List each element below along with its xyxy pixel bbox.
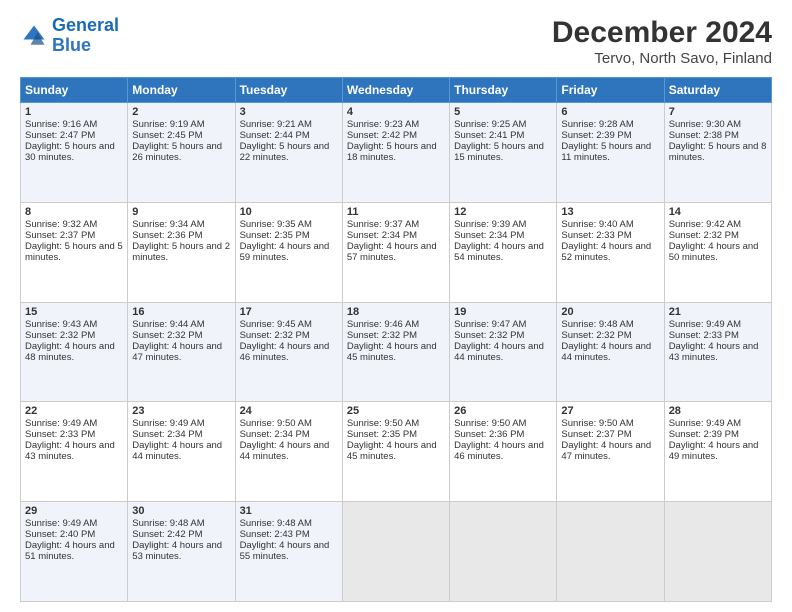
calendar-body: 1Sunrise: 9:16 AMSunset: 2:47 PMDaylight… — [21, 103, 772, 602]
day-number: 29 — [25, 505, 123, 517]
header-saturday: Saturday — [664, 78, 771, 103]
header-thursday: Thursday — [450, 78, 557, 103]
day-number: 24 — [240, 405, 338, 417]
day-number: 22 — [25, 405, 123, 417]
calendar-cell: 25Sunrise: 9:50 AMSunset: 2:35 PMDayligh… — [342, 402, 449, 502]
calendar-cell: 3Sunrise: 9:21 AMSunset: 2:44 PMDaylight… — [235, 103, 342, 203]
calendar-cell — [664, 502, 771, 602]
day-number: 5 — [454, 106, 552, 118]
logo-text: General Blue — [52, 16, 119, 56]
calendar-cell: 14Sunrise: 9:42 AMSunset: 2:32 PMDayligh… — [664, 202, 771, 302]
calendar-cell: 17Sunrise: 9:45 AMSunset: 2:32 PMDayligh… — [235, 302, 342, 402]
day-number: 4 — [347, 106, 445, 118]
day-number: 14 — [669, 206, 767, 218]
logo-line2: Blue — [52, 36, 119, 56]
calendar-cell: 16Sunrise: 9:44 AMSunset: 2:32 PMDayligh… — [128, 302, 235, 402]
day-number: 9 — [132, 206, 230, 218]
calendar-cell: 24Sunrise: 9:50 AMSunset: 2:34 PMDayligh… — [235, 402, 342, 502]
header-wednesday: Wednesday — [342, 78, 449, 103]
header-sunday: Sunday — [21, 78, 128, 103]
day-number: 8 — [25, 206, 123, 218]
day-number: 6 — [561, 106, 659, 118]
day-number: 13 — [561, 206, 659, 218]
calendar-cell: 30Sunrise: 9:48 AMSunset: 2:42 PMDayligh… — [128, 502, 235, 602]
day-number: 17 — [240, 306, 338, 318]
calendar-week-5: 29Sunrise: 9:49 AMSunset: 2:40 PMDayligh… — [21, 502, 772, 602]
calendar-cell: 18Sunrise: 9:46 AMSunset: 2:32 PMDayligh… — [342, 302, 449, 402]
calendar-cell: 10Sunrise: 9:35 AMSunset: 2:35 PMDayligh… — [235, 202, 342, 302]
calendar-cell: 27Sunrise: 9:50 AMSunset: 2:37 PMDayligh… — [557, 402, 664, 502]
day-number: 19 — [454, 306, 552, 318]
calendar-cell: 26Sunrise: 9:50 AMSunset: 2:36 PMDayligh… — [450, 402, 557, 502]
logo: General Blue — [20, 16, 119, 56]
calendar-cell: 5Sunrise: 9:25 AMSunset: 2:41 PMDaylight… — [450, 103, 557, 203]
day-number: 25 — [347, 405, 445, 417]
calendar-title: December 2024 — [552, 16, 772, 50]
day-number: 20 — [561, 306, 659, 318]
calendar-header-row: Sunday Monday Tuesday Wednesday Thursday… — [21, 78, 772, 103]
page: General Blue December 2024 Tervo, North … — [0, 0, 792, 612]
day-number: 11 — [347, 206, 445, 218]
header-monday: Monday — [128, 78, 235, 103]
header: General Blue December 2024 Tervo, North … — [20, 16, 772, 67]
calendar-cell: 21Sunrise: 9:49 AMSunset: 2:33 PMDayligh… — [664, 302, 771, 402]
header-friday: Friday — [557, 78, 664, 103]
calendar-cell: 28Sunrise: 9:49 AMSunset: 2:39 PMDayligh… — [664, 402, 771, 502]
calendar-cell: 20Sunrise: 9:48 AMSunset: 2:32 PMDayligh… — [557, 302, 664, 402]
calendar-cell — [557, 502, 664, 602]
calendar-week-3: 15Sunrise: 9:43 AMSunset: 2:32 PMDayligh… — [21, 302, 772, 402]
calendar-cell: 12Sunrise: 9:39 AMSunset: 2:34 PMDayligh… — [450, 202, 557, 302]
calendar-cell: 31Sunrise: 9:48 AMSunset: 2:43 PMDayligh… — [235, 502, 342, 602]
calendar-subtitle: Tervo, North Savo, Finland — [552, 50, 772, 67]
day-number: 18 — [347, 306, 445, 318]
logo-line1: General — [52, 15, 119, 35]
day-number: 1 — [25, 106, 123, 118]
day-number: 3 — [240, 106, 338, 118]
calendar-week-2: 8Sunrise: 9:32 AMSunset: 2:37 PMDaylight… — [21, 202, 772, 302]
calendar-cell: 6Sunrise: 9:28 AMSunset: 2:39 PMDaylight… — [557, 103, 664, 203]
calendar-cell: 1Sunrise: 9:16 AMSunset: 2:47 PMDaylight… — [21, 103, 128, 203]
day-number: 23 — [132, 405, 230, 417]
calendar-table: Sunday Monday Tuesday Wednesday Thursday… — [20, 77, 772, 602]
day-number: 26 — [454, 405, 552, 417]
title-block: December 2024 Tervo, North Savo, Finland — [552, 16, 772, 67]
day-number: 2 — [132, 106, 230, 118]
day-number: 30 — [132, 505, 230, 517]
calendar-week-1: 1Sunrise: 9:16 AMSunset: 2:47 PMDaylight… — [21, 103, 772, 203]
calendar-cell — [342, 502, 449, 602]
calendar-cell: 22Sunrise: 9:49 AMSunset: 2:33 PMDayligh… — [21, 402, 128, 502]
calendar-week-4: 22Sunrise: 9:49 AMSunset: 2:33 PMDayligh… — [21, 402, 772, 502]
calendar-cell: 7Sunrise: 9:30 AMSunset: 2:38 PMDaylight… — [664, 103, 771, 203]
calendar-cell: 11Sunrise: 9:37 AMSunset: 2:34 PMDayligh… — [342, 202, 449, 302]
day-number: 15 — [25, 306, 123, 318]
day-number: 28 — [669, 405, 767, 417]
calendar-cell: 2Sunrise: 9:19 AMSunset: 2:45 PMDaylight… — [128, 103, 235, 203]
calendar-cell: 29Sunrise: 9:49 AMSunset: 2:40 PMDayligh… — [21, 502, 128, 602]
day-number: 16 — [132, 306, 230, 318]
calendar-cell: 9Sunrise: 9:34 AMSunset: 2:36 PMDaylight… — [128, 202, 235, 302]
day-number: 10 — [240, 206, 338, 218]
calendar-cell: 15Sunrise: 9:43 AMSunset: 2:32 PMDayligh… — [21, 302, 128, 402]
calendar-cell: 8Sunrise: 9:32 AMSunset: 2:37 PMDaylight… — [21, 202, 128, 302]
calendar-cell: 13Sunrise: 9:40 AMSunset: 2:33 PMDayligh… — [557, 202, 664, 302]
day-number: 7 — [669, 106, 767, 118]
calendar-cell: 4Sunrise: 9:23 AMSunset: 2:42 PMDaylight… — [342, 103, 449, 203]
calendar-cell: 19Sunrise: 9:47 AMSunset: 2:32 PMDayligh… — [450, 302, 557, 402]
day-number: 27 — [561, 405, 659, 417]
day-number: 12 — [454, 206, 552, 218]
day-number: 21 — [669, 306, 767, 318]
calendar-cell: 23Sunrise: 9:49 AMSunset: 2:34 PMDayligh… — [128, 402, 235, 502]
calendar-cell — [450, 502, 557, 602]
day-number: 31 — [240, 505, 338, 517]
logo-icon — [20, 22, 48, 50]
header-tuesday: Tuesday — [235, 78, 342, 103]
